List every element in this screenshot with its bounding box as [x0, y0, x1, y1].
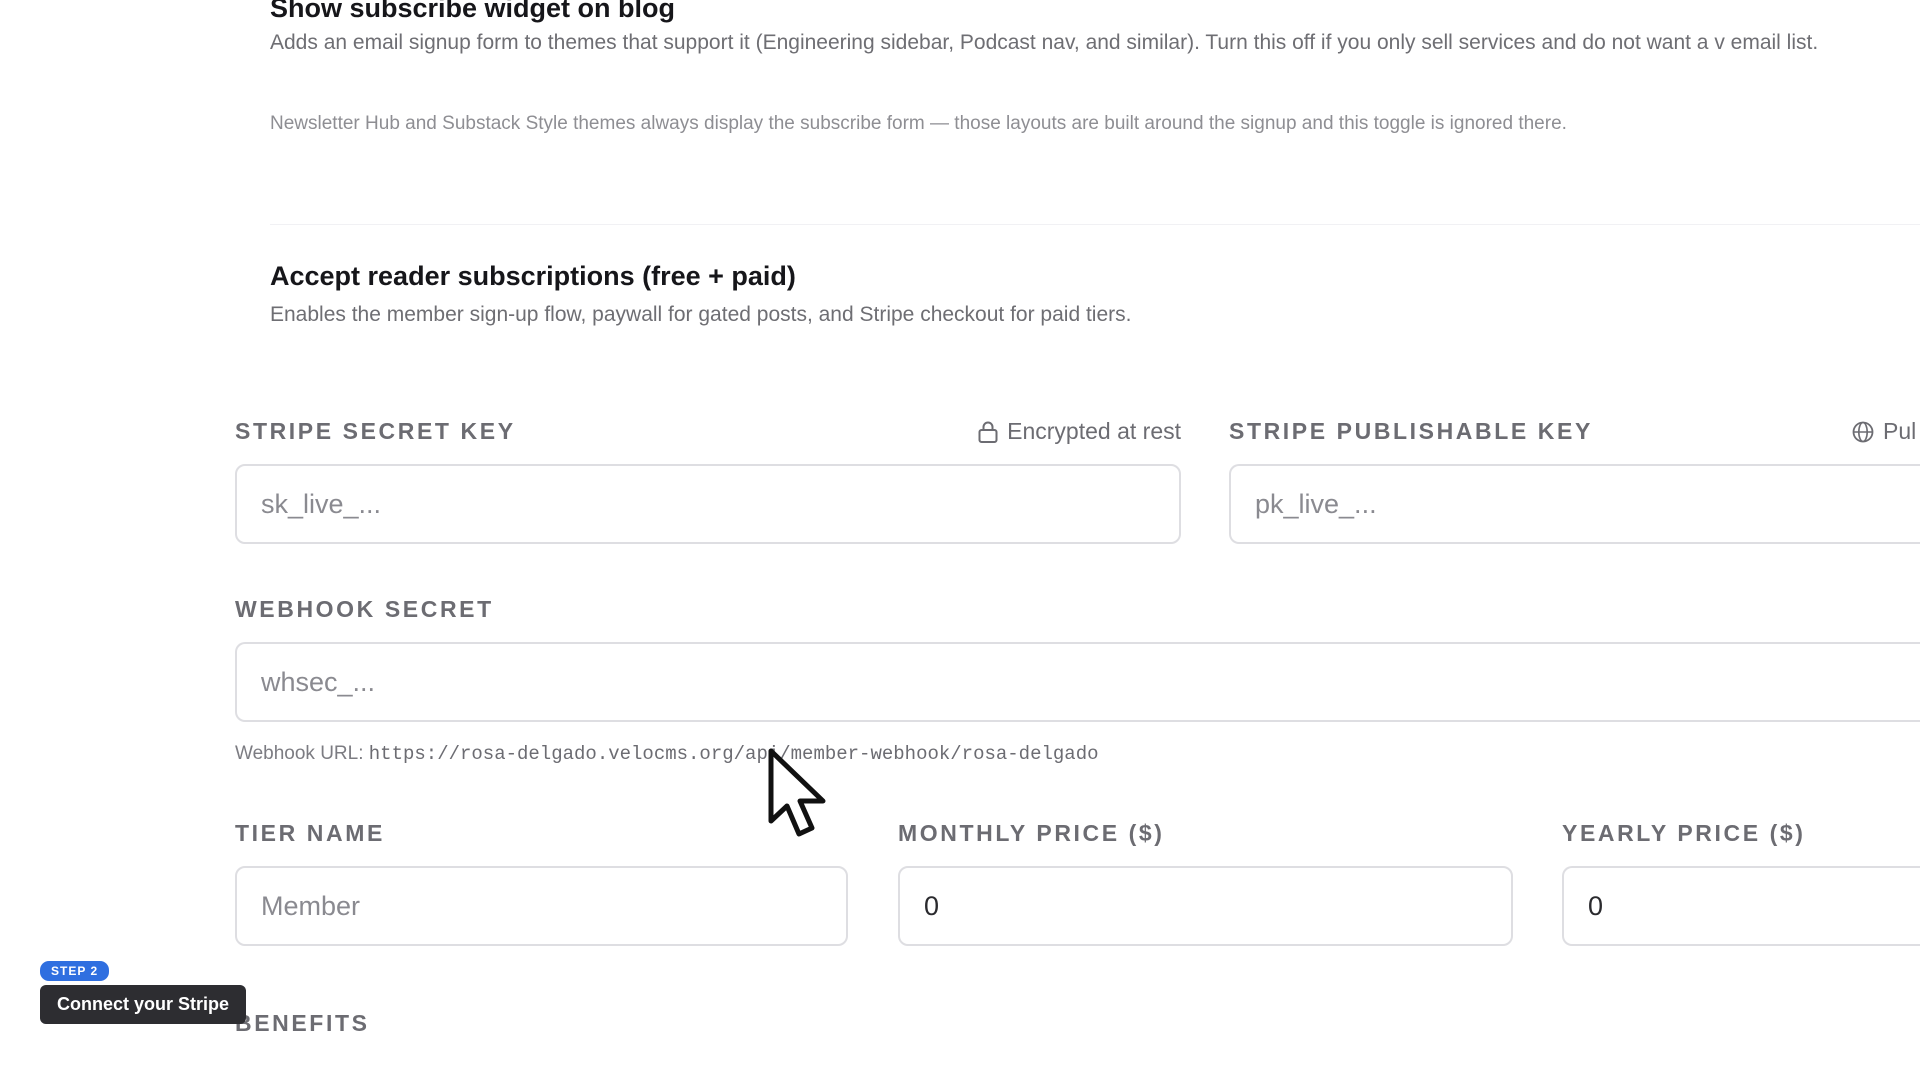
publishable-key-meta-text: Pul: [1883, 418, 1917, 444]
webhook-url-label: Webhook URL:: [235, 743, 364, 764]
reader-subscriptions-description: Enables the member sign-up flow, paywall…: [270, 303, 1132, 326]
encrypted-at-rest-text: Encrypted at rest: [1007, 418, 1181, 444]
stripe-secret-key-input[interactable]: [235, 464, 1181, 544]
monthly-price-input[interactable]: [898, 866, 1513, 946]
webhook-secret-input[interactable]: [235, 642, 1920, 722]
globe-icon: [1851, 420, 1875, 444]
stripe-publishable-key-input[interactable]: [1229, 464, 1920, 544]
webhook-secret-label: WEBHOOK SECRET: [235, 596, 494, 622]
stripe-publishable-key-label: STRIPE PUBLISHABLE KEY: [1229, 418, 1593, 444]
webhook-url-value: https://rosa-delgado.velocms.org/api/mem…: [368, 743, 1099, 765]
subscribe-widget-title: Show subscribe widget on blog: [270, 0, 676, 23]
reader-subscriptions-title: Accept reader subscriptions (free + paid…: [270, 261, 796, 291]
tour-step-badge: STEP 2: [40, 961, 110, 981]
webhook-url-help: Webhook URL: https://rosa-delgado.velocm…: [235, 743, 1099, 765]
tier-name-label: TIER NAME: [235, 820, 385, 846]
subscribe-widget-note: Newsletter Hub and Substack Style themes…: [270, 113, 1567, 134]
yearly-price-input[interactable]: [1562, 866, 1920, 946]
publishable-key-meta: Pul: [1851, 418, 1916, 445]
tier-name-input[interactable]: [235, 866, 848, 946]
section-divider: [270, 224, 1920, 225]
tour-callout[interactable]: Connect your Stripe: [40, 985, 247, 1024]
stripe-secret-key-label: STRIPE SECRET KEY: [235, 418, 516, 444]
encrypted-at-rest-meta: Encrypted at rest: [977, 418, 1181, 445]
yearly-price-label: YEARLY PRICE ($): [1562, 820, 1806, 846]
benefits-label: BENEFITS: [235, 1010, 370, 1036]
monthly-price-label: MONTHLY PRICE ($): [898, 820, 1165, 846]
subscribe-widget-description: Adds an email signup form to themes that…: [270, 31, 1819, 54]
lock-icon: [977, 420, 999, 444]
